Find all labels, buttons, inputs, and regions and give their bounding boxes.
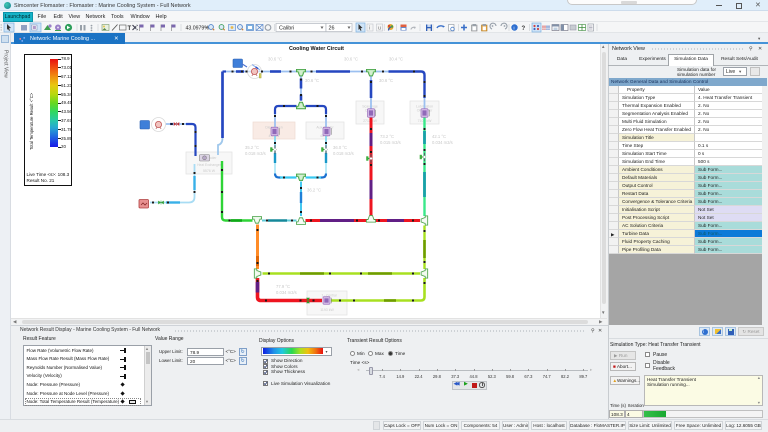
svg-text:Calibri: Calibri <box>279 26 294 32</box>
svg-text:?: ? <box>522 26 526 32</box>
svg-text:u: u <box>378 26 381 32</box>
svg-text:i: i <box>514 26 515 31</box>
svg-text:30.6 °C: 30.6 °C <box>305 78 319 83</box>
svg-text:73.2 °C: 73.2 °C <box>380 134 394 139</box>
svg-text:42.1 °C: 42.1 °C <box>432 134 446 139</box>
svg-text:i: i <box>369 26 370 32</box>
svg-text:36.0 °C: 36.0 °C <box>333 145 347 150</box>
svg-text:43.0979%: 43.0979% <box>186 26 210 32</box>
svg-text:0.015 m3/s: 0.015 m3/s <box>380 140 401 145</box>
svg-text:36.2 °C: 36.2 °C <box>307 188 321 193</box>
svg-text:0.018 m3/s: 0.018 m3/s <box>333 151 354 156</box>
svg-text:1193 kW: 1193 kW <box>320 308 334 312</box>
svg-text:30.6 °C: 30.6 °C <box>268 57 282 62</box>
svg-text:T: T <box>128 26 132 32</box>
svg-text:35.2 °C: 35.2 °C <box>245 145 259 150</box>
svg-text:77.9 °C: 77.9 °C <box>276 284 290 289</box>
svg-text:30.4 °C: 30.4 °C <box>389 57 403 62</box>
svg-text:0.034 m3/s: 0.034 m3/s <box>276 290 297 295</box>
svg-text:Heat Exchanger: Heat Exchanger <box>197 163 222 167</box>
svg-text:30.6 °C: 30.6 °C <box>344 57 358 62</box>
svg-text:26: 26 <box>329 26 335 32</box>
svg-text:30.6 °C: 30.6 °C <box>379 78 393 83</box>
svg-text:0.034 m3/s: 0.034 m3/s <box>432 140 453 145</box>
svg-text:!!: !! <box>546 26 550 32</box>
svg-text:0.018 m3/s: 0.018 m3/s <box>245 151 266 156</box>
svg-text:5576 W: 5576 W <box>203 169 216 173</box>
